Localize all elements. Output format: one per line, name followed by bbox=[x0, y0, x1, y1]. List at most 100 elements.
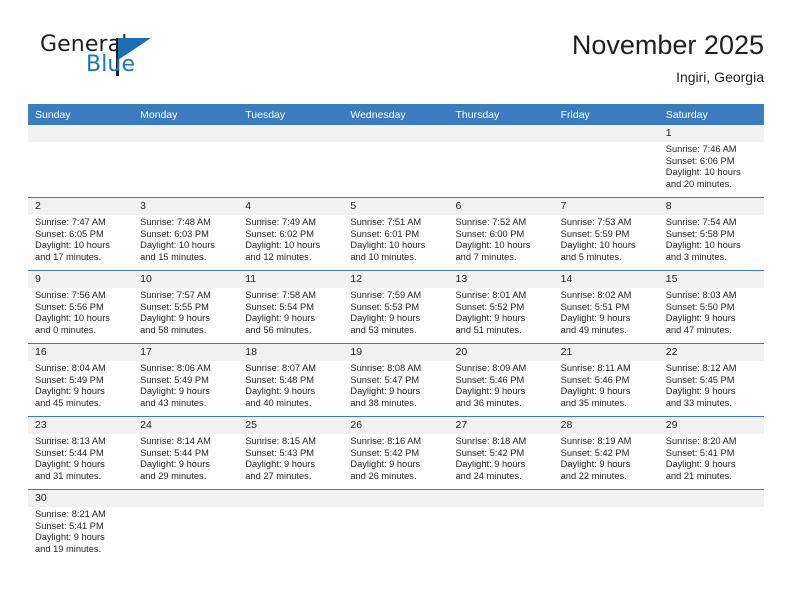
daylight-text-line1: Daylight: 9 hours bbox=[350, 313, 421, 324]
sunset-text: Sunset: 6:01 PM bbox=[350, 228, 420, 239]
sunrise-text: Sunrise: 8:08 AM bbox=[350, 363, 422, 373]
day-cell[interactable]: 10 Sunrise: 7:57 AM Sunset: 5:55 PM Dayligh… bbox=[133, 271, 239, 343]
day-cell[interactable]: 14 Sunrise: 8:02 AM Sunset: 5:51 PM Dayligh… bbox=[553, 271, 659, 343]
day-cell[interactable]: 8 Sunrise: 7:54 AM Sunset: 5:58 PM Daylight… bbox=[658, 198, 764, 270]
daylight-text-line1: Daylight: 9 hours bbox=[350, 386, 421, 397]
daylight-text-line2: and 49 minutes. bbox=[560, 324, 627, 335]
daylight-text-line1: Daylight: 9 hours bbox=[140, 313, 210, 324]
sunset-text: Sunset: 5:46 PM bbox=[560, 374, 630, 385]
sunset-text: Sunset: 5:49 PM bbox=[35, 374, 104, 385]
sunset-text: Sunset: 5:46 PM bbox=[455, 374, 525, 385]
day-number: 14 bbox=[553, 271, 659, 288]
day-cell[interactable]: 29 Sunrise: 8:20 AM Sunset: 5:41 PM Dayligh… bbox=[658, 417, 764, 489]
day-cell[interactable]: 19 Sunrise: 8:08 AM Sunset: 5:47 PM Dayligh… bbox=[343, 344, 449, 416]
sunrise-text: Sunrise: 8:13 AM bbox=[35, 436, 106, 446]
sunset-text: Sunset: 5:41 PM bbox=[35, 520, 104, 531]
daylight-text-line1: Daylight: 10 hours bbox=[455, 240, 531, 251]
sunrise-text: Sunrise: 8:07 AM bbox=[245, 363, 317, 373]
daylight-text-line1: Daylight: 9 hours bbox=[560, 386, 631, 397]
week-row: 2 Sunrise: 7:47 AM Sunset: 6:05 PM Daylight… bbox=[28, 197, 764, 270]
sunrise-text: Sunrise: 7:56 AM bbox=[35, 290, 106, 300]
daylight-text-line1: Daylight: 9 hours bbox=[665, 386, 736, 397]
day-sun-info: Sunrise: 8:07 AM Sunset: 5:48 PM Daylight:… bbox=[238, 361, 343, 409]
day-number: 26 bbox=[343, 417, 449, 434]
day-cell[interactable]: 15 Sunrise: 8:03 AM Sunset: 5:50 PM Dayligh… bbox=[658, 271, 764, 343]
sunrise-text: Sunrise: 8:03 AM bbox=[665, 290, 737, 300]
day-cell-empty bbox=[28, 125, 134, 197]
daylight-text-line2: and 3 minutes. bbox=[665, 251, 727, 262]
daylight-text-line1: Daylight: 10 hours bbox=[35, 240, 110, 251]
daylight-text-line2: and 35 minutes. bbox=[560, 397, 627, 408]
day-sun-info: Sunrise: 7:53 AM Sunset: 5:59 PM Daylight:… bbox=[554, 215, 659, 263]
daylight-text-line1: Daylight: 10 hours bbox=[245, 240, 321, 251]
daylight-text-line2: and 19 minutes. bbox=[35, 543, 102, 554]
daylight-text-line1: Daylight: 9 hours bbox=[455, 313, 526, 324]
day-cell[interactable]: 12 Sunrise: 7:59 AM Sunset: 5:53 PM Dayligh… bbox=[343, 271, 449, 343]
day-number: 21 bbox=[553, 344, 659, 361]
week-row: 1 Sunrise: 7:46 AM Sunset: 6:06 PM Daylight… bbox=[28, 125, 764, 197]
general-blue-logo[interactable]: General Blue bbox=[28, 32, 218, 88]
sunrise-text: Sunrise: 8:18 AM bbox=[455, 436, 527, 446]
day-cell[interactable]: 6 Sunrise: 7:52 AM Sunset: 6:00 PM Daylight… bbox=[448, 198, 554, 270]
sunset-text: Sunset: 5:42 PM bbox=[350, 447, 420, 458]
day-cell[interactable]: 25 Sunrise: 8:15 AM Sunset: 5:43 PM Dayligh… bbox=[238, 417, 344, 489]
day-number: 17 bbox=[133, 344, 239, 361]
day-cell[interactable]: 7 Sunrise: 7:53 AM Sunset: 5:59 PM Daylight… bbox=[553, 198, 659, 270]
title-block: November 2025 Ingiri, Georgia bbox=[572, 28, 764, 87]
day-cell[interactable]: 20 Sunrise: 8:09 AM Sunset: 5:46 PM Dayligh… bbox=[448, 344, 554, 416]
day-cell[interactable]: 4 Sunrise: 7:49 AM Sunset: 6:02 PM Daylight… bbox=[238, 198, 344, 270]
sunset-text: Sunset: 6:05 PM bbox=[35, 228, 104, 239]
day-number bbox=[343, 125, 449, 142]
day-cell[interactable]: 17 Sunrise: 8:06 AM Sunset: 5:49 PM Dayligh… bbox=[133, 344, 239, 416]
day-cell[interactable]: 1 Sunrise: 7:46 AM Sunset: 6:06 PM Daylight… bbox=[658, 125, 764, 197]
day-cell[interactable]: 22 Sunrise: 8:12 AM Sunset: 5:45 PM Dayligh… bbox=[658, 344, 764, 416]
day-cell[interactable]: 11 Sunrise: 7:58 AM Sunset: 5:54 PM Dayligh… bbox=[238, 271, 344, 343]
sunrise-text: Sunrise: 8:09 AM bbox=[455, 363, 527, 373]
day-number: 8 bbox=[658, 198, 764, 215]
daylight-text-line1: Daylight: 9 hours bbox=[560, 459, 631, 470]
daylight-text-line1: Daylight: 10 hours bbox=[560, 240, 636, 251]
sunrise-text: Sunrise: 7:49 AM bbox=[245, 217, 317, 227]
calendar-grid: Sunday Monday Tuesday Wednesday Thursday Frid… bbox=[28, 104, 764, 570]
day-cell[interactable]: 27 Sunrise: 8:18 AM Sunset: 5:42 PM Dayligh… bbox=[448, 417, 554, 489]
daylight-text-line2: and 38 minutes. bbox=[350, 397, 417, 408]
day-number: 25 bbox=[238, 417, 344, 434]
day-cell[interactable]: 26 Sunrise: 8:16 AM Sunset: 5:42 PM Dayligh… bbox=[343, 417, 449, 489]
day-sun-info: Sunrise: 7:56 AM Sunset: 5:56 PM Daylight:… bbox=[28, 288, 133, 336]
day-cell[interactable]: 18 Sunrise: 8:07 AM Sunset: 5:48 PM Dayligh… bbox=[238, 344, 344, 416]
sunrise-text: Sunrise: 7:46 AM bbox=[665, 144, 737, 154]
day-cell[interactable]: 30 Sunrise: 8:21 AM Sunset: 5:41 PM Dayligh… bbox=[28, 490, 134, 570]
day-cell-empty bbox=[658, 490, 764, 570]
day-cell[interactable]: 13 Sunrise: 8:01 AM Sunset: 5:52 PM Dayligh… bbox=[448, 271, 554, 343]
sunset-text: Sunset: 5:52 PM bbox=[455, 301, 525, 312]
day-cell[interactable]: 16 Sunrise: 8:04 AM Sunset: 5:49 PM Dayligh… bbox=[28, 344, 134, 416]
daylight-text-line1: Daylight: 9 hours bbox=[665, 459, 736, 470]
daylight-text-line2: and 0 minutes. bbox=[35, 324, 96, 335]
day-number: 23 bbox=[28, 417, 134, 434]
day-cell[interactable]: 28 Sunrise: 8:19 AM Sunset: 5:42 PM Dayligh… bbox=[553, 417, 659, 489]
day-cell-empty bbox=[238, 490, 344, 570]
day-sun-info: Sunrise: 7:54 AM Sunset: 5:58 PM Daylight:… bbox=[659, 215, 764, 263]
day-sun-info: Sunrise: 8:14 AM Sunset: 5:44 PM Daylight:… bbox=[133, 434, 238, 482]
day-cell[interactable]: 5 Sunrise: 7:51 AM Sunset: 6:01 PM Daylight… bbox=[343, 198, 449, 270]
sunset-text: Sunset: 6:06 PM bbox=[665, 155, 735, 166]
day-sun-info: Sunrise: 8:02 AM Sunset: 5:51 PM Daylight:… bbox=[554, 288, 659, 336]
day-cell[interactable]: 3 Sunrise: 7:48 AM Sunset: 6:03 PM Daylight… bbox=[133, 198, 239, 270]
daylight-text-line1: Daylight: 9 hours bbox=[35, 459, 105, 470]
day-sun-info: Sunrise: 8:13 AM Sunset: 5:44 PM Daylight:… bbox=[28, 434, 133, 482]
day-number: 15 bbox=[658, 271, 764, 288]
day-number: 28 bbox=[553, 417, 659, 434]
day-cell[interactable]: 2 Sunrise: 7:47 AM Sunset: 6:05 PM Daylight… bbox=[28, 198, 134, 270]
sunrise-text: Sunrise: 7:53 AM bbox=[560, 217, 632, 227]
day-cell[interactable]: 21 Sunrise: 8:11 AM Sunset: 5:46 PM Dayligh… bbox=[553, 344, 659, 416]
day-number bbox=[133, 125, 239, 142]
day-cell[interactable]: 9 Sunrise: 7:56 AM Sunset: 5:56 PM Daylight… bbox=[28, 271, 134, 343]
sunset-text: Sunset: 5:49 PM bbox=[140, 374, 209, 385]
day-sun-info: Sunrise: 7:47 AM Sunset: 6:05 PM Daylight:… bbox=[28, 215, 133, 263]
day-number bbox=[343, 490, 449, 507]
day-cell[interactable]: 24 Sunrise: 8:14 AM Sunset: 5:44 PM Dayligh… bbox=[133, 417, 239, 489]
day-cell[interactable]: 23 Sunrise: 8:13 AM Sunset: 5:44 PM Dayligh… bbox=[28, 417, 134, 489]
daylight-text-line1: Daylight: 10 hours bbox=[350, 240, 426, 251]
day-number bbox=[28, 125, 134, 142]
daylight-text-line1: Daylight: 9 hours bbox=[350, 459, 421, 470]
